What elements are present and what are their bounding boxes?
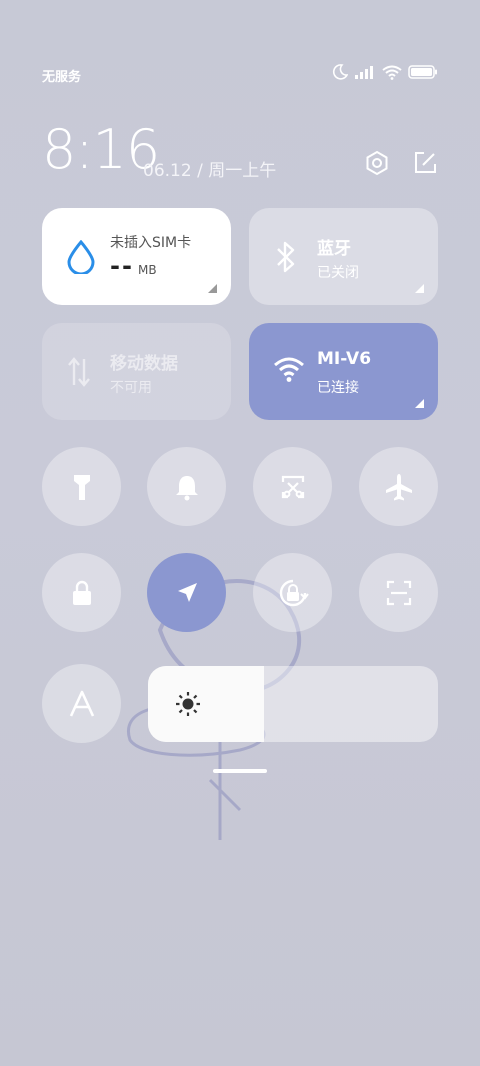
location-icon — [177, 582, 197, 602]
mobile-data-icon — [68, 357, 90, 387]
location-toggle[interactable] — [147, 553, 226, 632]
bluetooth-tile[interactable]: 蓝牙 已关闭 — [249, 208, 438, 305]
mobile-data-title: 移动数据 — [110, 354, 178, 374]
screenshot-icon — [281, 475, 304, 498]
expand-corner-icon — [415, 284, 424, 293]
battery-icon — [408, 65, 437, 79]
airplane-toggle[interactable] — [359, 447, 438, 526]
expand-corner-icon — [208, 284, 217, 293]
scanner-icon — [386, 580, 411, 605]
wifi-status: 已连接 — [317, 380, 359, 396]
edit-icon[interactable] — [412, 150, 438, 176]
bluetooth-title: 蓝牙 — [317, 239, 351, 259]
font-size-toggle[interactable] — [42, 664, 121, 743]
mobile-data-tile[interactable]: 移动数据 不可用 — [42, 323, 231, 420]
brightness-slider[interactable] — [148, 666, 438, 742]
scanner-toggle[interactable] — [359, 553, 438, 632]
date-label: 06.12 / 周一上午 — [143, 161, 277, 181]
carrier-label: 无服务 — [42, 70, 82, 85]
flashlight-icon — [73, 474, 90, 500]
bell-icon — [175, 475, 198, 500]
bluetooth-icon — [277, 241, 295, 273]
sim-unit: MB — [138, 263, 157, 277]
expand-corner-icon — [415, 399, 424, 408]
wifi-title: MI-V6 — [317, 349, 372, 369]
mobile-data-status: 不可用 — [110, 380, 152, 396]
wifi-tile[interactable]: MI-V6 已连接 — [249, 323, 438, 420]
lock-screen-toggle[interactable] — [42, 553, 121, 632]
clock: 8:16 — [42, 118, 160, 181]
signal-icon — [355, 66, 373, 79]
wifi-icon — [274, 357, 304, 382]
brightness-icon — [176, 692, 200, 716]
ringer-toggle[interactable] — [147, 447, 226, 526]
wifi-status-icon — [382, 65, 402, 80]
screenshot-toggle[interactable] — [253, 447, 332, 526]
flashlight-toggle[interactable] — [42, 447, 121, 526]
sim-value: -- — [110, 252, 134, 280]
rotation-lock-toggle[interactable] — [253, 553, 332, 632]
moon-icon — [332, 64, 348, 80]
water-drop-icon — [67, 240, 95, 274]
font-size-icon — [69, 690, 94, 717]
sim-data-tile[interactable]: 未插入SIM卡 -- MB — [42, 208, 231, 305]
status-bar: 无服务 — [42, 64, 438, 88]
rotation-lock-icon — [279, 579, 309, 606]
lock-icon — [72, 580, 91, 605]
brightness-fill — [148, 666, 264, 742]
airplane-icon — [385, 473, 412, 500]
settings-icon[interactable] — [364, 150, 390, 176]
bluetooth-status: 已关闭 — [317, 265, 359, 281]
sim-title: 未插入SIM卡 — [110, 235, 192, 251]
drawer-handle[interactable] — [213, 769, 267, 773]
